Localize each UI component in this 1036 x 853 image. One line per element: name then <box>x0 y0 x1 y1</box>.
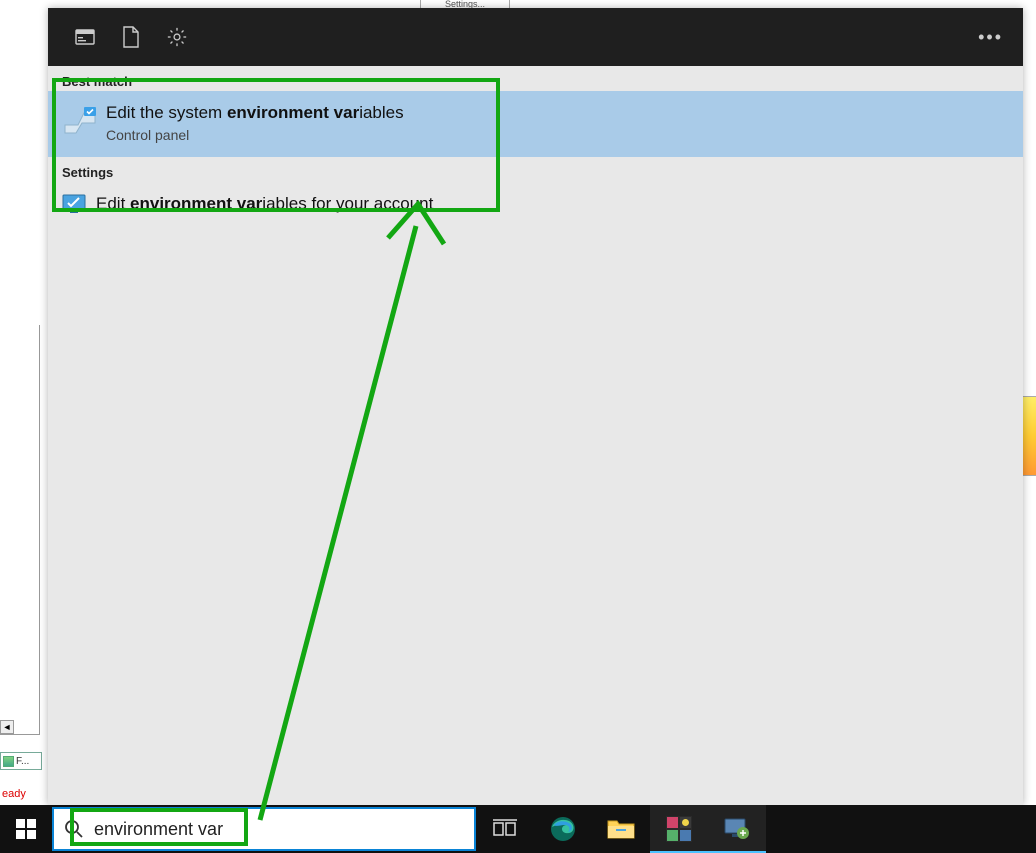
result-title: Edit environment variables for your acco… <box>96 194 433 214</box>
background-file-tab-label: F... <box>16 756 29 767</box>
start-button[interactable] <box>0 805 52 853</box>
filter-apps-icon[interactable] <box>62 8 108 66</box>
results-filter-header: ••• <box>48 8 1023 66</box>
result-title: Edit the system environment variables <box>106 103 404 123</box>
taskbar-search-box[interactable] <box>52 807 476 851</box>
background-file-tab[interactable]: F... <box>0 752 42 770</box>
task-view-button[interactable] <box>476 805 534 853</box>
section-settings-label: Settings <box>48 157 1023 182</box>
pinned-app-1-icon[interactable] <box>650 805 708 853</box>
taskbar-app-icons <box>476 805 766 853</box>
taskbar <box>0 805 1036 853</box>
search-icon <box>54 819 94 839</box>
background-left-pane: ◄ <box>0 325 40 735</box>
result-edit-system-env-vars[interactable]: Edit the system environment variables Co… <box>48 91 1023 157</box>
edge-browser-icon[interactable] <box>534 805 592 853</box>
taskbar-search-input[interactable] <box>94 809 474 849</box>
background-right-strip <box>1023 396 1036 476</box>
result-subtitle: Control panel <box>106 127 404 143</box>
pinned-app-2-icon[interactable] <box>708 805 766 853</box>
result-edit-user-env-vars[interactable]: Edit environment variables for your acco… <box>48 182 1023 226</box>
tab-color-swatch <box>3 756 14 767</box>
start-search-results-panel: ••• Best match Edit the system environme… <box>48 8 1023 805</box>
section-best-match-label: Best match <box>48 66 1023 91</box>
file-explorer-icon[interactable] <box>592 805 650 853</box>
filter-documents-icon[interactable] <box>108 8 154 66</box>
user-env-icon <box>62 194 96 214</box>
system-env-icon <box>62 103 106 135</box>
scroll-left-button[interactable]: ◄ <box>0 720 14 734</box>
background-status-text: eady <box>2 788 26 800</box>
more-options-icon[interactable]: ••• <box>978 27 1023 48</box>
filter-settings-icon[interactable] <box>154 8 200 66</box>
